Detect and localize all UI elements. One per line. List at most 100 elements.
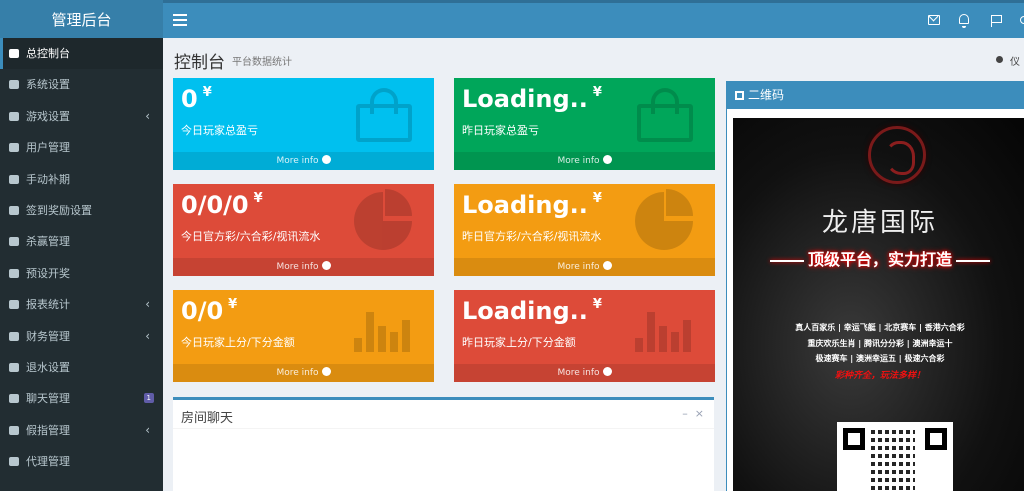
more-info-link[interactable]: More info <box>454 152 715 170</box>
stat-label: 今日玩家上分/下分金额 <box>181 336 295 349</box>
chevron-left-icon: ‹ <box>145 422 150 437</box>
more-info-link[interactable]: More info <box>454 258 715 276</box>
qrcode-panel-header: 二维码 <box>727 82 1024 109</box>
sidebar-item-reports[interactable]: 报表统计 ‹ <box>0 289 163 320</box>
qrcode-panel-title: 二维码 <box>748 88 785 102</box>
shopping-bag-icon <box>637 88 693 142</box>
list-icon <box>9 300 19 310</box>
sidebar: 总控制台 系统设置 游戏设置 ‹ 用户管理 手动补期 签到奖励设置 杀赢管理 预设… <box>0 38 163 491</box>
sidebar-item-rebate[interactable]: 退水设置 <box>0 352 163 383</box>
sidebar-item-label: 预设开奖 <box>26 266 70 280</box>
users-icon <box>9 143 19 153</box>
qrcode-icon <box>735 91 744 100</box>
sidebar-item-chat[interactable]: 聊天管理 1 <box>0 383 163 414</box>
sidebar-item-preset-draw[interactable]: 预设开奖 <box>0 258 163 289</box>
arrow-circle-right-icon <box>602 155 612 164</box>
sidebar-item-finance[interactable]: 财务管理 ‹ <box>0 321 163 352</box>
poster-slogan: 顶级平台，实力打造 <box>733 246 1024 270</box>
arrow-circle-right-icon <box>602 367 612 376</box>
chat-title: 房间聊天 <box>181 411 234 426</box>
comments-icon <box>9 394 19 404</box>
more-info-link[interactable]: More info <box>173 364 434 382</box>
sidebar-item-label: 退水设置 <box>26 360 70 374</box>
sidebar-item-fake-bet[interactable]: 假指管理 ‹ <box>0 415 163 446</box>
sidebar-item-game-settings[interactable]: 游戏设置 ‹ <box>0 101 163 132</box>
sidebar-item-win-control[interactable]: 杀赢管理 <box>0 226 163 257</box>
stat-value: Loading.. ¥ <box>462 191 602 219</box>
stat-label: 今日官方彩/六合彩/视讯流水 <box>181 230 321 243</box>
more-info-link[interactable]: More info <box>173 258 434 276</box>
room-chat-panel: 房间聊天 – × <box>173 397 714 491</box>
app-title: 管理后台 <box>51 11 112 29</box>
sidebar-item-manual-period[interactable]: 手动补期 <box>0 164 163 195</box>
stat-label: 昨日玩家总盈亏 <box>462 124 539 137</box>
close-icon[interactable]: × <box>695 407 704 420</box>
envelope-icon[interactable] <box>928 15 940 25</box>
cubes-icon <box>9 268 19 278</box>
stat-value: 0 ¥ <box>181 85 212 113</box>
sidebar-item-agents[interactable]: 代理管理 <box>0 446 163 477</box>
promo-poster: 龙唐国际 顶级平台，实力打造 真人百家乐 | 幸运飞艇 | 北京赛车 | 香港六… <box>733 118 1024 491</box>
stat-label: 今日玩家总盈亏 <box>181 124 258 137</box>
comment-icon <box>9 425 19 435</box>
sidebar-item-label: 代理管理 <box>26 455 70 469</box>
qr-code <box>837 422 953 491</box>
database-icon <box>9 331 19 341</box>
stat-value: Loading.. ¥ <box>462 85 602 113</box>
stat-value: 0/0/0 ¥ <box>181 191 263 219</box>
sidebar-item-checkin-reward[interactable]: 签到奖励设置 <box>0 195 163 226</box>
stat-value: Loading.. ¥ <box>462 297 602 325</box>
more-info-link[interactable]: More info <box>454 364 715 382</box>
bars-icon[interactable] <box>173 11 187 27</box>
sidebar-item-label: 假指管理 <box>26 423 70 437</box>
more-info-link[interactable]: More info <box>173 152 434 170</box>
stat-box-today-profit: 0 ¥ 今日玩家总盈亏 More info <box>173 78 434 170</box>
poster-brand: 龙唐国际 <box>821 208 938 238</box>
sidebar-item-dashboard[interactable]: 总控制台 <box>0 38 163 70</box>
bell-icon[interactable] <box>959 14 969 28</box>
page-title: 控制台 <box>174 53 225 73</box>
chevron-left-icon: ‹ <box>145 328 150 343</box>
chevron-left-icon: ‹ <box>145 108 150 123</box>
page-subtitle: 平台数据统计 <box>232 57 292 68</box>
sidebar-item-system-settings[interactable]: 系统设置 <box>0 69 163 100</box>
stat-label: 昨日官方彩/六合彩/视讯流水 <box>462 230 602 243</box>
cubes-icon <box>9 237 19 247</box>
shopping-bag-icon <box>356 88 412 142</box>
app-logo[interactable]: 管理后台 <box>0 0 163 38</box>
stat-box-yesterday-turnover: Loading.. ¥ 昨日官方彩/六合彩/视讯流水 More info <box>454 184 715 276</box>
sidebar-item-label: 财务管理 <box>26 329 70 343</box>
sidebar-item-label: 手动补期 <box>26 172 70 186</box>
stat-box-today-deposit: 0/0 ¥ 今日玩家上分/下分金额 More info <box>173 290 434 382</box>
breadcrumb-label: 仪 <box>1010 57 1020 67</box>
poster-tagline: 彩种齐全，玩法多样！ <box>834 371 925 381</box>
sidebar-item-label: 用户管理 <box>26 141 70 155</box>
pie-chart-icon <box>635 189 693 250</box>
sidebar-item-label: 系统设置 <box>26 78 70 92</box>
arrow-circle-right-icon <box>321 155 331 164</box>
chat-badge: 1 <box>143 393 154 404</box>
poster-game-line: 重庆欢乐生肖 | 腾讯分分彩 | 澳洲幸运十 <box>807 339 953 348</box>
arrow-circle-right-icon <box>602 261 612 270</box>
flag-icon[interactable] <box>991 15 1002 27</box>
pie-chart-icon <box>354 189 412 250</box>
arrow-circle-right-icon <box>321 261 331 270</box>
sidebar-item-label: 游戏设置 <box>26 109 70 123</box>
stat-box-today-turnover: 0/0/0 ¥ 今日官方彩/六合彩/视讯流水 More info <box>173 184 434 276</box>
stat-value: 0/0 ¥ <box>181 297 238 325</box>
breadcrumb[interactable]: 仪 <box>996 53 1024 67</box>
dashboard-icon <box>996 56 1003 63</box>
user-icon[interactable] <box>1020 16 1024 24</box>
poster-game-line: 极速赛车 | 澳洲幸运五 | 极速六合彩 <box>815 354 945 363</box>
sidebar-item-label: 杀赢管理 <box>26 235 70 249</box>
chat-tools: – × <box>682 407 704 420</box>
cogs-icon <box>9 80 19 90</box>
main-content: 控制台 平台数据统计 仪 0 ¥ 今日玩家总盈亏 More info Loadin… <box>163 38 1024 491</box>
bar-chart-icon <box>354 306 412 352</box>
dragon-logo-icon <box>868 126 926 184</box>
sidebar-item-user-management[interactable]: 用户管理 <box>0 132 163 163</box>
arrow-circle-right-icon <box>321 367 331 376</box>
sidebar-item-label: 签到奖励设置 <box>26 203 92 217</box>
stat-box-yesterday-deposit: Loading.. ¥ 昨日玩家上分/下分金额 More info <box>454 290 715 382</box>
minimize-icon[interactable]: – <box>682 407 688 420</box>
